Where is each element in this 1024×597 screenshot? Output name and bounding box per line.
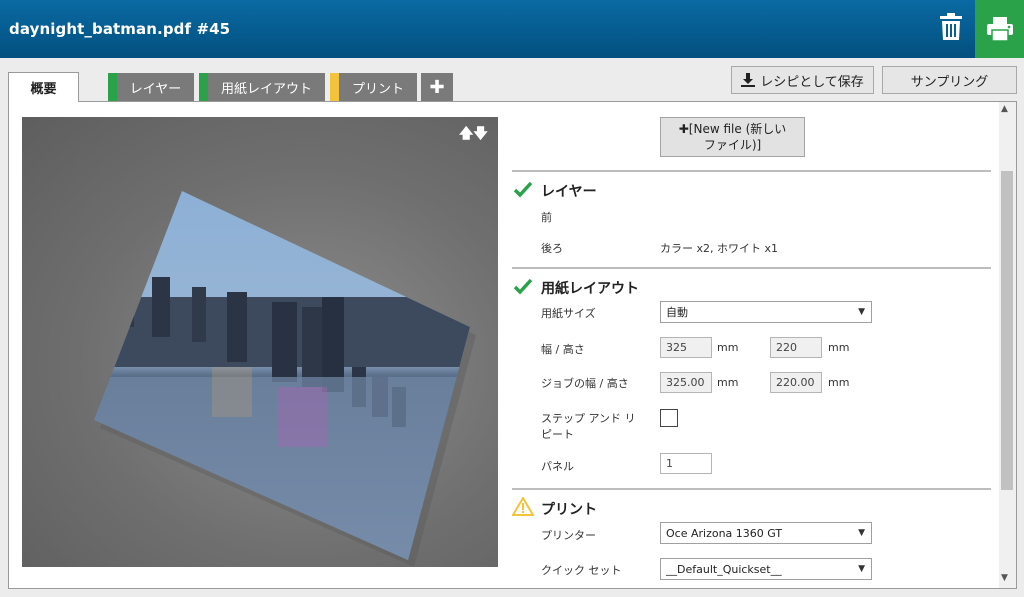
new-file-button[interactable]: ✚[New file (新しい ファイル)]	[660, 117, 805, 157]
layout-section-title: 用紙レイアウト	[541, 281, 639, 297]
check-icon	[513, 278, 533, 295]
preview-image	[94, 191, 476, 567]
paper-size-select[interactable]: 自動 ▼	[660, 301, 872, 323]
layer-section-title: レイヤー	[541, 184, 597, 200]
unit-label: mm	[717, 341, 739, 354]
quickset-select[interactable]: __Default_Quickset__ ▼	[660, 558, 872, 580]
dropdown-arrow-icon: ▼	[858, 307, 865, 317]
arrow-up-icon[interactable]: 🡅	[459, 126, 473, 142]
save-as-recipe-button[interactable]: レシピとして保存	[731, 66, 874, 94]
sampling-button[interactable]: サンプリング	[882, 66, 1017, 94]
tab-layer[interactable]: レイヤー	[108, 73, 194, 101]
print-section-title: プリント	[541, 502, 597, 518]
divider	[512, 170, 991, 172]
printer-select[interactable]: Oce Arizona 1360 GT ▼	[660, 522, 872, 544]
tab-paper-layout[interactable]: 用紙レイアウト	[199, 73, 325, 101]
unit-label: mm	[828, 341, 850, 354]
dropdown-arrow-icon: ▼	[858, 564, 865, 574]
step-repeat-label: ステップ アンド リ	[541, 412, 636, 425]
add-tab-button[interactable]: ✚	[421, 73, 453, 101]
check-icon	[513, 181, 533, 198]
quickset-label: クイック セット	[541, 564, 622, 577]
unit-label: mm	[828, 376, 850, 389]
plus-icon: ✚	[429, 76, 445, 98]
printer-label: プリンター	[541, 529, 596, 542]
reorder-arrows[interactable]: 🡅🡇	[459, 123, 488, 147]
tab-status-marker	[199, 73, 208, 101]
job-width-input[interactable]: 325.00	[660, 372, 712, 393]
paper-size-label: 用紙サイズ	[541, 307, 596, 320]
back-value: カラー x2, ホワイト x1	[660, 242, 779, 255]
dropdown-arrow-icon: ▼	[858, 528, 865, 538]
width-height-label: 幅 / 高さ	[541, 343, 585, 356]
step-repeat-label-line2: ピート	[541, 428, 574, 441]
warning-icon	[512, 497, 534, 516]
scroll-down-icon[interactable]: ▼	[1001, 573, 1008, 583]
print-button[interactable]	[975, 0, 1024, 58]
job-width-height-label: ジョブの幅 / 高さ	[541, 377, 629, 390]
back-label: 後ろ	[541, 242, 563, 255]
download-icon	[741, 73, 756, 87]
step-repeat-checkbox[interactable]	[660, 409, 678, 427]
app-header: daynight_batman.pdf #45	[0, 0, 1024, 58]
job-height-input[interactable]: 220.00	[770, 372, 822, 393]
panel-label: パネル	[541, 460, 574, 473]
divider	[512, 267, 991, 269]
tab-overview[interactable]: 概要	[8, 72, 79, 102]
job-preview	[22, 117, 498, 567]
printer-icon	[986, 17, 1013, 41]
job-title: daynight_batman.pdf #45	[9, 20, 231, 38]
trash-icon[interactable]	[940, 13, 964, 41]
unit-label: mm	[717, 376, 739, 389]
arrow-down-icon[interactable]: 🡇	[473, 126, 487, 142]
divider	[512, 488, 991, 490]
height-input[interactable]: 220	[770, 337, 822, 358]
panel-input[interactable]: 1	[660, 453, 712, 474]
front-label: 前	[541, 211, 552, 224]
scroll-up-icon[interactable]: ▲	[1001, 104, 1008, 114]
tab-status-marker	[330, 73, 339, 101]
tab-print[interactable]: プリント	[330, 73, 417, 101]
tab-status-marker	[108, 73, 117, 101]
scrollbar-thumb[interactable]	[1001, 171, 1013, 490]
width-input[interactable]: 325	[660, 337, 712, 358]
